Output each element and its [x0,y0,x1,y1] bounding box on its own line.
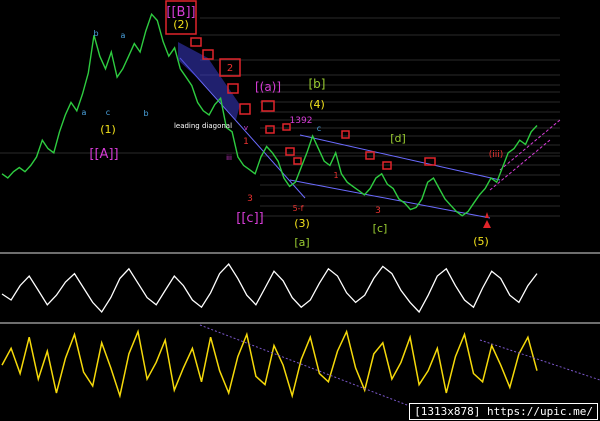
wave-label-b: [b] [309,77,326,91]
minor-c-1: c [106,108,110,117]
red-label-1: 1 [243,137,249,147]
wave-label-4: (4) [309,98,325,111]
leading-diagonal-zone [178,42,240,120]
minor-c-2: c [317,124,321,133]
wave-label-3: (3) [294,217,310,230]
wave-label-iii: (iii) [489,150,504,160]
chart: [[B]] (2) (1) [[A]] [(a)] [b] (4) 1392 l… [0,0,600,411]
red-label-3b: 3 [375,206,381,216]
leading-diagonal-label: leading diagonal [174,122,232,130]
fib-levels [0,17,560,217]
wave-5-marker [483,212,491,228]
minor-b-2: b [143,109,148,118]
watermark: [1313x878] https://upic.me/ [409,403,598,420]
red-label-1c: 1 [333,171,338,180]
wave-label-1: (1) [100,123,116,136]
minor-b-1: b [93,29,98,38]
wave-label-a: [a] [294,236,309,249]
wave-label-5f: 5-f [293,204,304,213]
channel-lines [179,57,561,219]
oscillator-2-line [1,328,538,399]
wave-label-A: [[A]] [89,147,118,162]
minor-a-2: a [121,31,126,40]
wave-label-c: [c] [373,222,388,235]
wave-label-d: [d] [390,132,406,145]
minor-a-1: a [82,108,87,117]
minor-iii-1: iii [226,154,232,162]
wave-label-c-double: [[c]] [236,211,263,226]
red-label-2: 2 [227,63,233,74]
wave-label-a-paren: [(a)] [255,80,281,94]
oscillator-1-line [1,262,538,314]
wave-label-2: (2) [173,18,189,31]
red-label-3: 3 [247,194,253,204]
minor-v-1: v [244,124,248,132]
wave-label-5: (5) [473,235,489,248]
level-1392: 1392 [290,116,313,126]
